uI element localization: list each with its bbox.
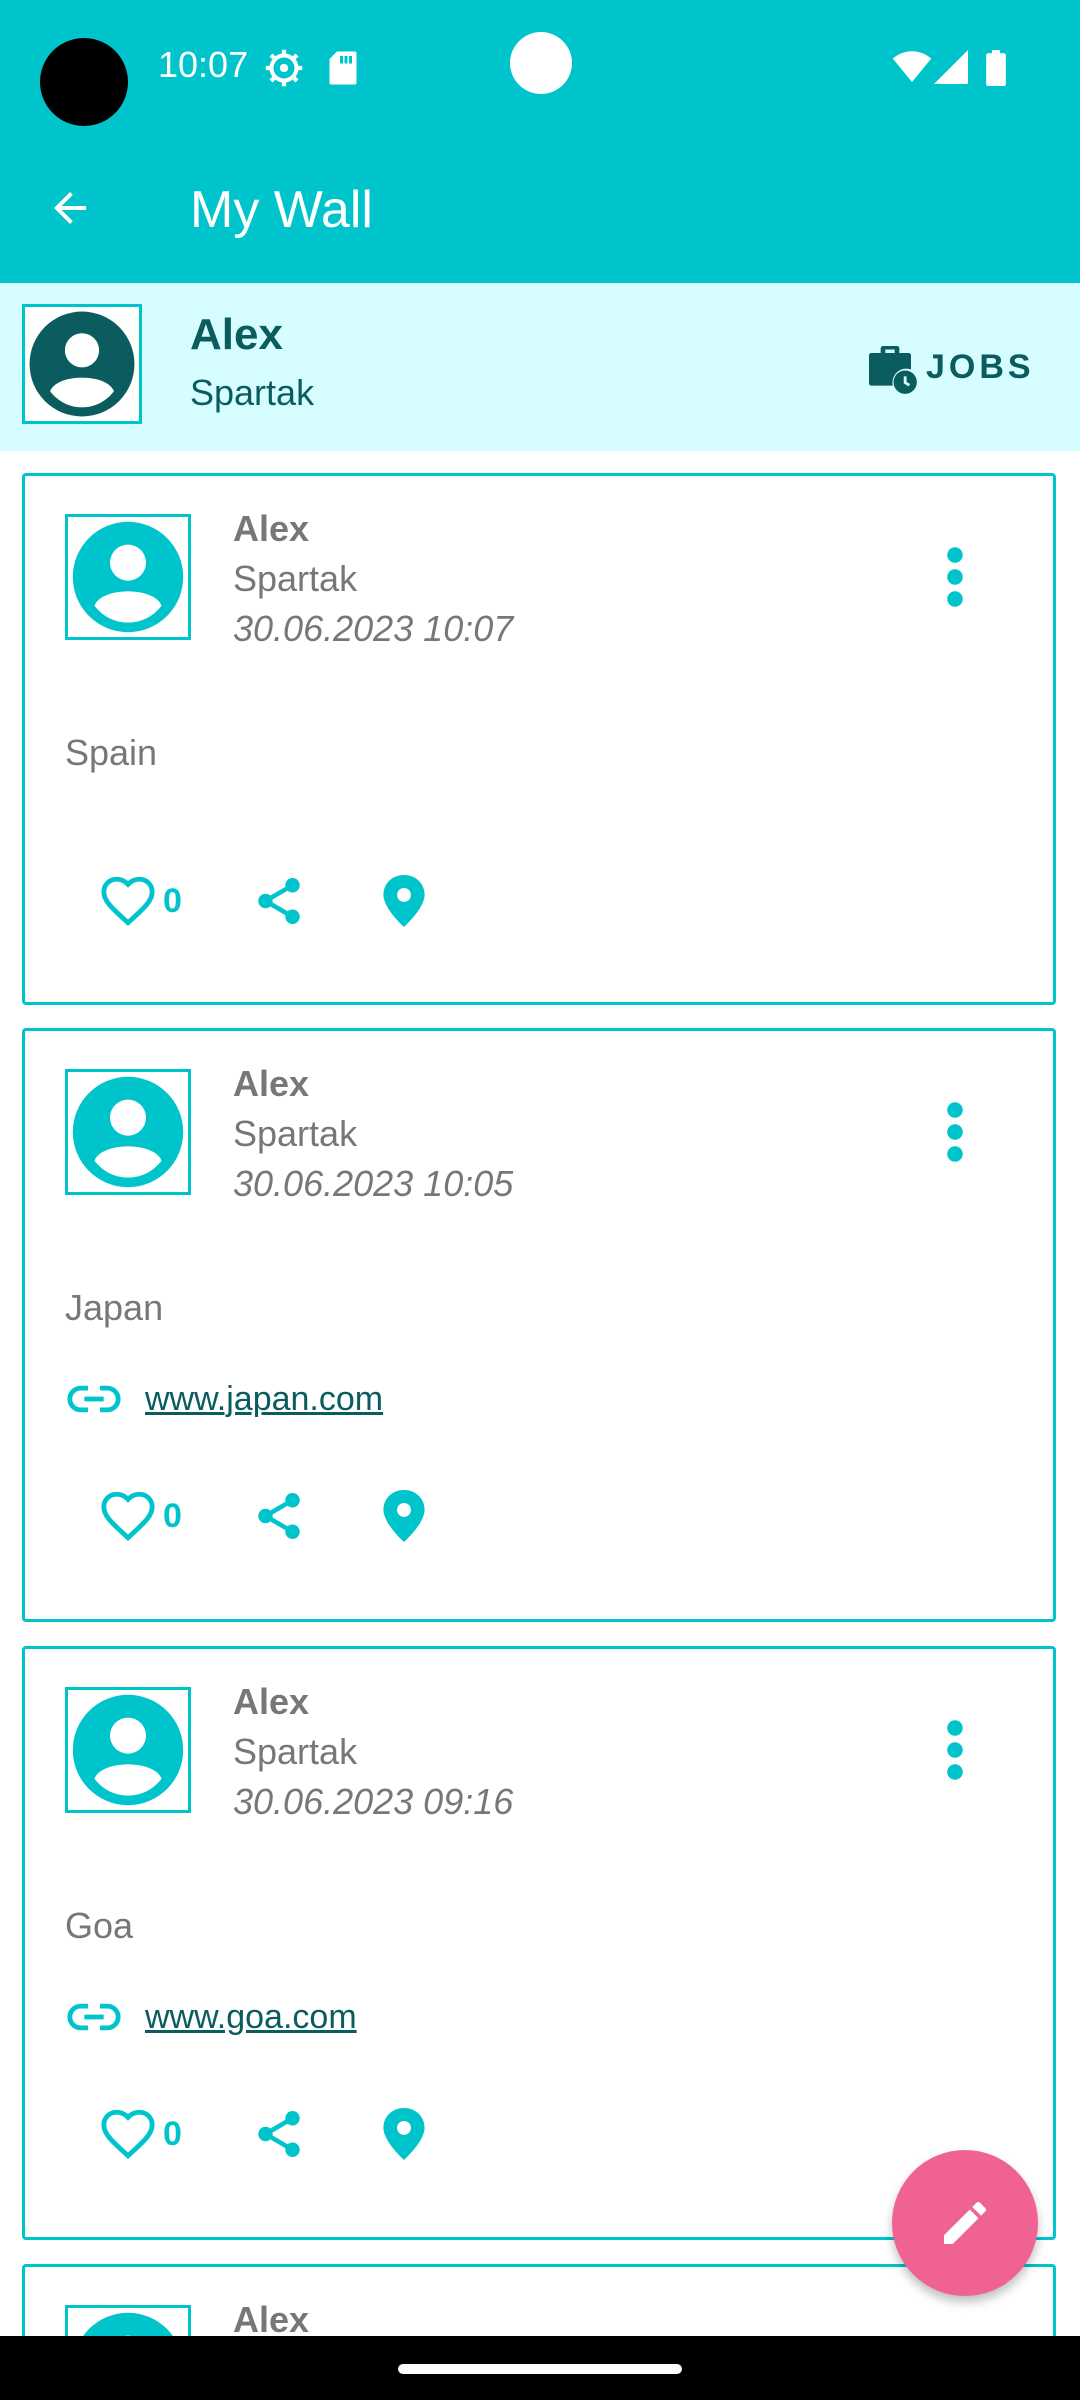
jobs-label: JOBS [926,347,1035,386]
post-actions: 0 [99,872,430,930]
page-title: My Wall [190,181,373,239]
heart-outline-icon [101,2109,155,2160]
home-gesture-handle[interactable] [398,2364,682,2374]
heart-outline-icon [101,1491,155,1542]
jobs-button[interactable]: JOBS [862,340,1035,394]
avatar-icon [72,521,184,633]
like-count: 0 [163,2114,182,2153]
more-vert-icon[interactable] [943,1101,967,1163]
compose-post-button[interactable] [892,2150,1038,2296]
pencil-icon [944,2201,987,2244]
post-subtitle: Spartak [233,1731,358,1772]
heart-outline-icon [101,876,155,927]
post-card[interactable]: Alex Spartak 30.06.2023 10:05 Japan www.… [22,1028,1056,1622]
post-link[interactable]: www.japan.com [65,1379,383,1419]
post-card[interactable]: Alex Spartak 30.06.2023 09:16 Goa www.go… [22,1646,1056,2240]
gear-icon [265,49,303,87]
post-actions: 0 [99,1487,430,1545]
briefcase-clock-icon [869,346,917,394]
sd-card-icon [329,51,357,85]
post-author: Alex [233,1063,310,1104]
profile-subtitle: Spartak [190,372,315,413]
avatar-icon [29,311,135,417]
camera-cutout [40,38,128,126]
post-author: Alex [233,1681,310,1722]
location-pin-icon[interactable] [378,2105,430,2163]
like-button[interactable]: 0 [99,2107,182,2161]
post-date: 30.06.2023 10:05 [233,1163,514,1204]
post-actions: 0 [99,2105,430,2163]
post-link[interactable]: www.goa.com [65,1997,357,2037]
back-arrow-icon[interactable] [46,184,94,232]
post-text: Spain [65,732,158,773]
share-icon[interactable] [252,1489,306,1543]
post-text: Goa [65,1905,134,1946]
post-author: Alex [233,508,310,549]
status-time: 10:07 [158,44,249,85]
post-link-text[interactable]: www.japan.com [145,1380,383,1419]
link-icon [67,2003,121,2031]
more-vert-icon[interactable] [943,546,967,608]
profile-name: Alex [190,310,283,359]
signal-icon [934,50,968,84]
like-button[interactable]: 0 [99,874,182,928]
post-subtitle: Spartak [233,558,358,599]
location-pin-icon[interactable] [378,1487,430,1545]
post-card[interactable]: Alex Spartak 30.06.2023 10:07 Spain 0 [22,473,1056,1005]
avatar-icon [72,1694,184,1806]
post-date: 30.06.2023 09:16 [233,1781,514,1822]
post-avatar[interactable] [65,1069,191,1195]
post-avatar[interactable] [65,1687,191,1813]
link-icon [67,1385,121,1413]
post-text: Japan [65,1287,164,1328]
like-count: 0 [163,1496,182,1535]
location-pin-icon[interactable] [378,872,430,930]
more-vert-icon[interactable] [943,1719,967,1781]
front-sensor [510,32,572,94]
post-date: 30.06.2023 10:07 [233,608,514,649]
profile-avatar[interactable] [22,304,142,424]
like-count: 0 [163,881,182,920]
post-subtitle: Spartak [233,1113,358,1154]
post-link-text[interactable]: www.goa.com [145,1998,357,2037]
wifi-icon [892,51,932,82]
post-author: Alex [233,2299,310,2340]
like-button[interactable]: 0 [99,1489,182,1543]
post-avatar[interactable] [65,514,191,640]
share-icon[interactable] [252,2107,306,2161]
battery-icon [986,50,1006,86]
avatar-icon [72,1076,184,1188]
share-icon[interactable] [252,874,306,928]
